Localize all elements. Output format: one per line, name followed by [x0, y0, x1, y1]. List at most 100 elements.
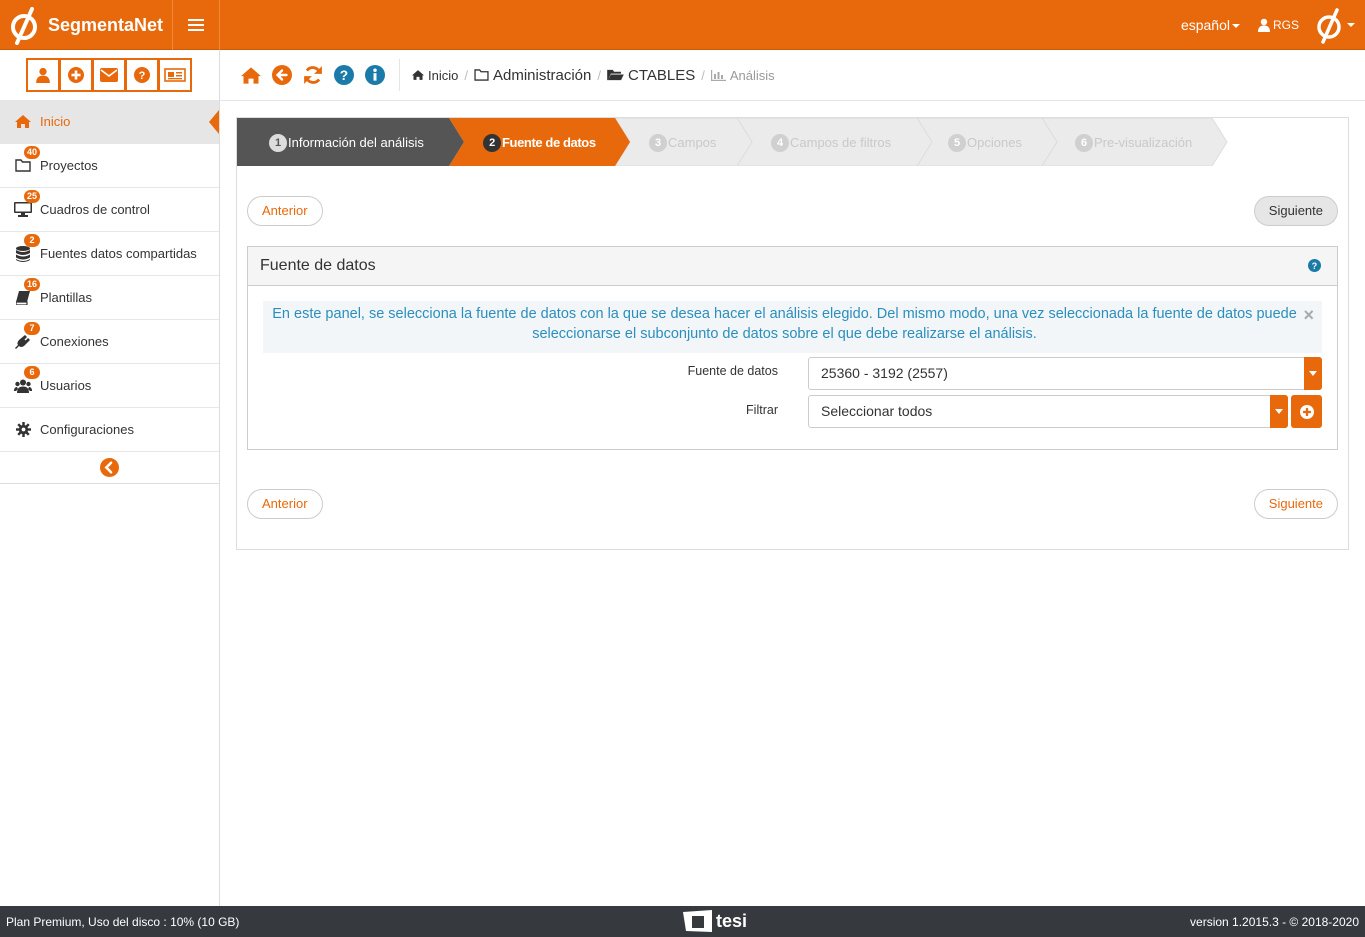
- plug-icon: [14, 334, 32, 350]
- users-icon: [14, 378, 32, 394]
- back-button[interactable]: [271, 64, 293, 86]
- user-name: RGS: [1272, 18, 1299, 32]
- count-badge: 6: [24, 366, 40, 379]
- step-number: 5: [948, 134, 966, 152]
- home-icon: [14, 114, 32, 130]
- create-button[interactable]: [59, 58, 93, 92]
- breadcrumb-home[interactable]: Inicio: [428, 68, 458, 83]
- wizard-step-1[interactable]: 1 Información del análisis: [269, 118, 424, 166]
- panel-header: Fuente de datos ?: [248, 247, 1337, 286]
- sidebar-item-label: Proyectos: [40, 158, 98, 173]
- wizard-step-4: 4 Campos de filtros: [771, 118, 891, 166]
- sidebar-item-cuadros-de-control[interactable]: 25 Cuadros de control: [0, 188, 219, 232]
- brand[interactable]: SegmentaNet: [0, 0, 172, 50]
- arrow-left-circle-icon: [272, 65, 292, 85]
- info-button[interactable]: [364, 64, 386, 86]
- home-icon: [241, 66, 261, 84]
- news-button[interactable]: [158, 58, 192, 92]
- step-label: Fuente de datos: [502, 134, 596, 150]
- top-navbar: SegmentaNet español RGS: [0, 0, 1365, 50]
- language-dropdown[interactable]: español: [1181, 17, 1240, 33]
- wizard-step-3: 3 Campos: [649, 118, 716, 166]
- folder-icon: [14, 158, 32, 174]
- envelope-icon: [100, 68, 118, 82]
- next-button[interactable]: Siguiente: [1253, 196, 1338, 226]
- book-icon: [14, 290, 32, 306]
- previous-button[interactable]: Anterior: [247, 489, 323, 519]
- sidebar-item-conexiones[interactable]: 7 Conexiones: [0, 320, 219, 364]
- messages-button[interactable]: [92, 58, 126, 92]
- profile-button[interactable]: [26, 58, 60, 92]
- gear-icon: [14, 422, 32, 438]
- newspaper-icon: [164, 68, 186, 82]
- user-menu[interactable]: RGS: [1257, 18, 1299, 32]
- previous-button[interactable]: Anterior: [247, 196, 323, 226]
- folder-icon: [474, 69, 489, 81]
- datasource-label: Fuente de datos: [687, 364, 778, 378]
- step-label: Campos de filtros: [790, 134, 892, 150]
- step-number: 2: [483, 134, 501, 152]
- wizard-step-6: 6 Pre-visualización: [1075, 118, 1192, 166]
- filter-label: Filtrar: [746, 403, 778, 417]
- filter-select[interactable]: Seleccionar todos: [808, 395, 1288, 428]
- step-number: 1: [269, 134, 287, 152]
- hamburger-menu-button[interactable]: [172, 0, 220, 50]
- step-label: Pre-visualización: [1094, 134, 1193, 150]
- wizard-step-2[interactable]: 2 Fuente de datos: [483, 118, 596, 166]
- plus-circle-icon: [68, 67, 84, 83]
- step-label: Campos: [668, 134, 717, 150]
- refresh-button[interactable]: [302, 64, 324, 86]
- count-badge: 25: [24, 190, 41, 203]
- footer: Plan Premium, Uso del disco : 10% (10 GB…: [0, 906, 1365, 937]
- info-circle-icon: [365, 65, 385, 85]
- desktop-icon: [14, 202, 32, 218]
- folder-open-icon: [607, 69, 624, 81]
- add-filter-button[interactable]: [1291, 395, 1322, 428]
- plus-circle-icon: [1299, 404, 1314, 419]
- help-button[interactable]: ?: [125, 58, 159, 92]
- step-label: Información del análisis: [288, 134, 424, 150]
- company-name: tesi: [716, 910, 748, 931]
- sidebar-item-label: Plantillas: [40, 290, 93, 305]
- close-icon[interactable]: ×: [1303, 305, 1314, 325]
- plan-info: Plan Premium, Uso del disco : 10% (10 GB…: [6, 914, 240, 929]
- datasource-select[interactable]: 25360 - 3192 (2557): [808, 357, 1322, 390]
- svg-text:?: ?: [139, 70, 146, 82]
- tesi-logo-icon: [683, 910, 712, 932]
- count-badge: 7: [24, 322, 40, 335]
- help-button[interactable]: ?: [333, 64, 355, 86]
- question-circle-icon[interactable]: ?: [1308, 259, 1321, 272]
- step-label: Opciones: [967, 134, 1022, 150]
- sidebar-item-label: Configuraciones: [40, 422, 134, 437]
- sidebar-item-label: Conexiones: [40, 334, 109, 349]
- count-badge: 40: [24, 146, 41, 159]
- sidebar-item-label: Cuadros de control: [40, 202, 150, 217]
- home-button[interactable]: [240, 64, 262, 86]
- version-info: version 1.2015.3 - © 2018-2020: [1190, 914, 1359, 929]
- breadcrumb-administracion[interactable]: Administración: [493, 67, 591, 84]
- wizard-container: 1 Información del análisis 2 Fuente de d…: [236, 117, 1349, 550]
- sidebar-item-label: Inicio: [40, 114, 71, 129]
- breadcrumb-ctables[interactable]: CTABLES: [628, 67, 695, 84]
- segmentanet-logo-icon: [11, 7, 37, 45]
- app-logo-menu[interactable]: [1315, 5, 1355, 45]
- sidebar-item-proyectos[interactable]: 40 Proyectos: [0, 144, 219, 188]
- page-toolbar: ? Inicio / Administración / CTABLES / An…: [220, 50, 1365, 101]
- next-button[interactable]: Siguiente: [1253, 489, 1338, 519]
- sidebar-collapse-button[interactable]: [0, 452, 219, 484]
- breadcrumb-separator: /: [597, 67, 601, 83]
- dropdown-caret-icon: [1304, 357, 1322, 390]
- caret-down-icon: [1347, 23, 1355, 27]
- sidebar-item-configuraciones[interactable]: Configuraciones: [0, 408, 219, 452]
- sidebar-item-fuentes-datos-compartidas[interactable]: 2 Fuentes datos compartidas: [0, 232, 219, 276]
- sidebar-item-inicio[interactable]: Inicio: [0, 100, 219, 144]
- quick-actions: ?: [0, 50, 219, 100]
- refresh-icon: [304, 66, 322, 84]
- datasource-value: 25360 - 3192 (2557): [821, 365, 948, 381]
- sidebar-item-plantillas[interactable]: 16 Plantillas: [0, 276, 219, 320]
- wizard-step-5: 5 Opciones: [948, 118, 1022, 166]
- sidebar-item-usuarios[interactable]: 6 Usuarios: [0, 364, 219, 408]
- datasource-panel: Fuente de datos ? En este panel, se sele…: [247, 246, 1338, 450]
- breadcrumb-separator: /: [701, 67, 705, 83]
- toolbar-divider: [399, 59, 400, 91]
